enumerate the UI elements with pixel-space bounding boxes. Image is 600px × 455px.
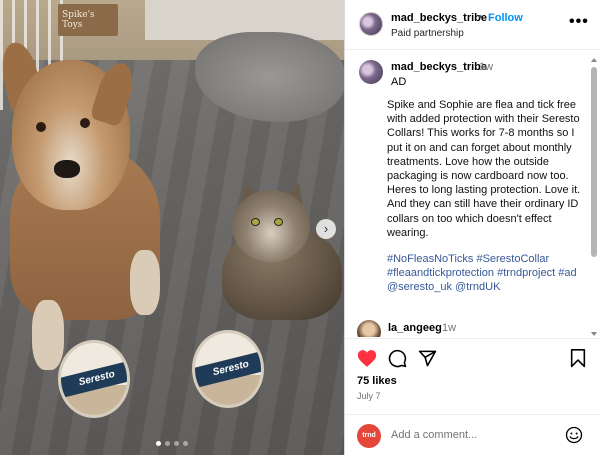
dog-paw — [130, 250, 160, 315]
comment-icon[interactable] — [388, 349, 407, 368]
comments-feed[interactable]: mad_beckys_tribe 1w AD Spike and Sophie … — [345, 50, 600, 337]
ad-label: AD — [391, 76, 407, 88]
seresto-collar-box: Seresto — [192, 330, 264, 408]
seresto-collar-box: Seresto — [58, 340, 130, 418]
bookmark-icon[interactable] — [570, 349, 586, 368]
scrollbar-thumb[interactable] — [591, 67, 597, 257]
post-header: mad_beckys_tribe • Follow Paid partnersh… — [345, 0, 600, 50]
comment-bar: trnd — [345, 414, 600, 455]
dog-nose — [54, 160, 80, 178]
carousel-dot — [183, 441, 188, 446]
post-side-panel: mad_beckys_tribe • Follow Paid partnersh… — [344, 0, 600, 455]
carousel-dot — [165, 441, 170, 446]
separator: • — [478, 11, 482, 23]
toy-box: Spike's Toys — [58, 4, 118, 36]
carousel-dot — [156, 441, 161, 446]
post-photo[interactable]: Spike's Toys Seresto Seresto › — [0, 0, 344, 455]
post-username[interactable]: mad_beckys_tribe — [391, 12, 487, 24]
comment-username[interactable]: la_angeeg — [388, 322, 442, 334]
carousel-dots — [0, 441, 344, 446]
caption-username[interactable]: mad_beckys_tribe — [391, 61, 487, 73]
follow-button[interactable]: Follow — [488, 12, 523, 24]
share-icon[interactable] — [418, 349, 437, 368]
carousel-dot — [174, 441, 179, 446]
caption-hashtags[interactable]: #NoFleasNoTicks #SerestoCollar #fleaandt… — [387, 252, 591, 295]
more-options-icon[interactable]: ••• — [569, 13, 589, 31]
scroll-down-icon[interactable] — [591, 332, 597, 336]
cat-eye — [251, 218, 260, 226]
avatar[interactable] — [359, 12, 383, 36]
avatar[interactable] — [357, 320, 381, 337]
comment-input[interactable] — [391, 426, 551, 444]
comment-timestamp: 1w — [442, 322, 457, 334]
post-actions — [345, 338, 600, 378]
post-date: July 7 — [357, 391, 381, 401]
dog-paw — [32, 300, 64, 370]
dog-eye — [36, 122, 46, 132]
cat-head — [232, 190, 310, 262]
likes-count[interactable]: 75 likes — [357, 375, 397, 387]
caption-text: Spike and Sophie are flea and tick free … — [387, 99, 581, 239]
paid-partnership-label[interactable]: Paid partnership — [391, 28, 464, 39]
current-user-avatar: trnd — [357, 424, 381, 448]
scrollbar[interactable] — [591, 58, 597, 336]
heart-icon[interactable] — [357, 349, 377, 368]
avatar[interactable] — [359, 60, 383, 84]
carousel-next-button[interactable]: › — [316, 219, 336, 239]
cat-eye — [274, 218, 283, 226]
scroll-up-icon[interactable] — [591, 58, 597, 62]
emoji-icon[interactable] — [565, 426, 583, 444]
dog-eye — [80, 118, 90, 128]
caption-timestamp: 1w — [479, 61, 494, 73]
toy-box-label: Spike's Toys — [62, 10, 95, 30]
